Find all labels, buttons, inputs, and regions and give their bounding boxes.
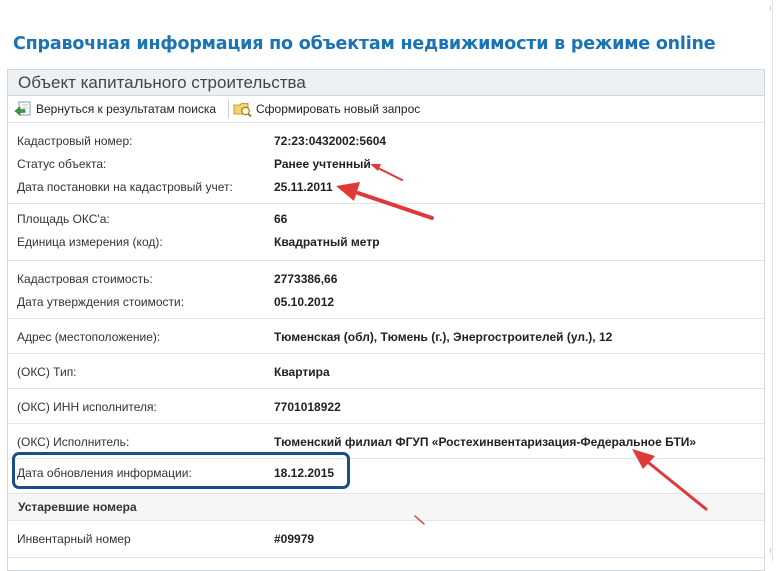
info-value: Тюменская (обл), Тюмень (г.), Энергостро… (274, 330, 613, 344)
info-row: Статус объекта: Ранее учтенный (8, 155, 748, 173)
info-group: (ОКС) ИНН исполнителя: 7701018922 (8, 389, 764, 424)
info-row: (ОКС) ИНН исполнителя: 7701018922 (8, 398, 748, 416)
back-arrow-icon (14, 101, 31, 116)
info-row: Адрес (местоположение): Тюменская (обл),… (8, 328, 748, 346)
info-label: Инвентарный номер (17, 532, 131, 546)
info-value: Ранее учтенный (274, 157, 371, 171)
page-edge-tick (770, 6, 776, 11)
info-group: Адрес (местоположение): Тюменская (обл),… (8, 319, 764, 354)
info-label: Адрес (местоположение): (17, 330, 161, 344)
info-label: Кадастровая стоимость: (17, 272, 153, 286)
info-row: Кадастровый номер: 72:23:0432002:5604 (8, 132, 748, 150)
info-label: Единица измерения (код): (17, 235, 163, 249)
info-label: (ОКС) Исполнитель: (17, 435, 130, 449)
info-label: (ОКС) ИНН исполнителя: (17, 400, 157, 414)
new-query-label: Сформировать новый запрос (256, 102, 421, 116)
info-row: Дата утверждения стоимости: 05.10.2012 (8, 293, 748, 311)
info-row: Единица измерения (код): Квадратный метр (8, 233, 748, 251)
obsolete-group: Инвентарный номер #09979 (8, 521, 764, 558)
info-value: 2773386,66 (274, 272, 338, 286)
info-row: Дата постановки на кадастровый учет: 25.… (8, 178, 748, 196)
info-label: Кадастровый номер: (17, 134, 133, 148)
panel-toolbar: Вернуться к результатам поиска Сформиров… (8, 96, 764, 123)
info-value: Квартира (274, 365, 330, 379)
info-row: (ОКС) Тип: Квартира (8, 363, 748, 381)
page-edge-tick (770, 548, 776, 553)
info-value: Тюменский филиал ФГУП «Ростехинвентариза… (274, 435, 697, 449)
info-group: Площадь ОКС'а: 66 Единица измерения (код… (8, 204, 764, 261)
info-value: 25.11.2011 (274, 180, 333, 194)
back-to-results-label: Вернуться к результатам поиска (36, 102, 217, 116)
page-edge-rule (772, 0, 773, 561)
toolbar-divider (228, 100, 229, 118)
info-row: Кадастровая стоимость: 2773386,66 (8, 270, 748, 288)
back-to-results-button[interactable]: Вернуться к результатам поиска (14, 99, 216, 119)
info-row: (ОКС) Исполнитель: Тюменский филиал ФГУП… (8, 433, 748, 451)
info-group: Кадастровый номер: 72:23:0432002:5604 Ст… (8, 123, 764, 204)
info-value: 66 (274, 212, 288, 226)
page-title: Справочная информация по объектам недвиж… (13, 34, 716, 54)
info-value: 7701018922 (274, 400, 341, 414)
info-value: 05.10.2012 (274, 295, 335, 309)
highlight-box (12, 452, 350, 489)
info-label: Дата утверждения стоимости: (17, 295, 185, 309)
info-label: Статус объекта: (17, 157, 107, 171)
info-group: Кадастровая стоимость: 2773386,66 Дата у… (8, 261, 764, 319)
info-row: Площадь ОКС'а: 66 (8, 210, 748, 228)
info-value: 72:23:0432002:5604 (274, 134, 387, 148)
info-label: Дата постановки на кадастровый учет: (17, 180, 233, 194)
info-label: (ОКС) Тип: (17, 365, 77, 379)
new-query-button[interactable]: Сформировать новый запрос (233, 99, 420, 119)
info-label: Площадь ОКС'а: (17, 212, 110, 226)
obsolete-numbers-header: Устаревшие номера (8, 494, 764, 521)
object-panel: Объект капитального строительства Вернут… (7, 69, 765, 571)
obsolete-numbers-title: Устаревшие номера (18, 500, 137, 514)
panel-title: Объект капитального строительства (8, 70, 764, 96)
info-value: #09979 (274, 532, 315, 546)
info-value: Квадратный метр (274, 235, 380, 249)
new-query-icon (233, 103, 252, 117)
info-group: (ОКС) Тип: Квартира (8, 354, 764, 389)
info-row: Инвентарный номер #09979 (8, 530, 748, 548)
